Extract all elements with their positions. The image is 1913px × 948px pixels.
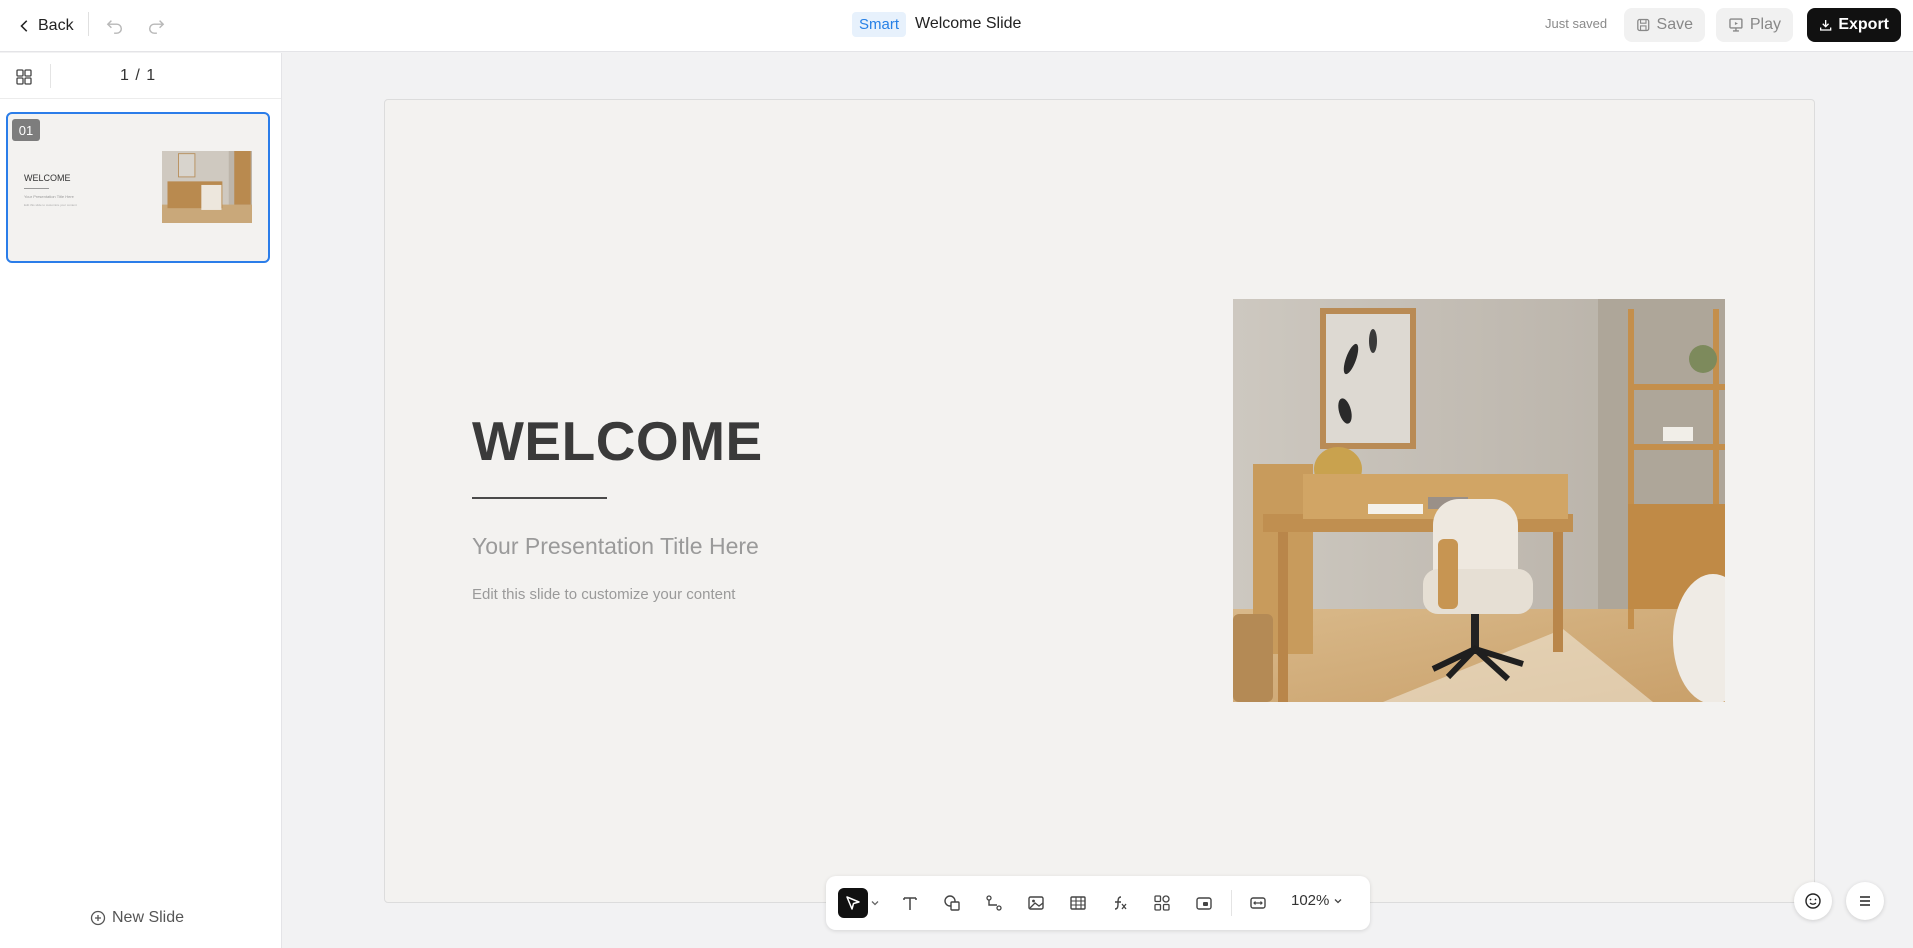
page-count: 1 / 1 xyxy=(120,67,157,84)
select-tool[interactable] xyxy=(838,888,868,918)
smart-badge[interactable]: Smart xyxy=(852,11,907,37)
slide-title[interactable]: WELCOME xyxy=(472,409,763,473)
slide-body-text[interactable]: Edit this slide to customize your conten… xyxy=(472,586,735,603)
text-icon xyxy=(903,897,917,910)
new-slide-label: New Slide xyxy=(112,909,185,926)
divider xyxy=(88,12,89,36)
zoom-value: 102% xyxy=(1291,892,1330,909)
back-button[interactable]: Back xyxy=(14,13,78,39)
image-icon xyxy=(1028,896,1044,910)
slide-subtitle[interactable]: Your Presentation Title Here xyxy=(472,533,759,560)
feedback-button[interactable] xyxy=(1794,882,1832,920)
plus-circle-icon xyxy=(90,910,106,926)
thumbnail-body: Edit this slide to customize your conten… xyxy=(24,203,77,207)
text-tool[interactable] xyxy=(896,889,924,917)
slide-sidebar: 1 / 1 01 WELCOME Your Presentation Title… xyxy=(0,53,282,948)
grid-icon xyxy=(16,69,32,85)
redo-icon xyxy=(148,20,165,34)
image-tool[interactable] xyxy=(1022,889,1050,917)
smiley-icon xyxy=(1805,893,1821,909)
title-divider-line[interactable] xyxy=(472,497,607,499)
presentation-icon xyxy=(1729,18,1743,32)
components-icon xyxy=(1154,895,1170,911)
function-icon xyxy=(1114,896,1127,910)
divider xyxy=(50,64,51,88)
grid-view-button[interactable] xyxy=(12,65,36,89)
redo-button[interactable] xyxy=(143,13,169,39)
document-title[interactable]: Welcome Slide xyxy=(915,15,1021,33)
formula-tool[interactable] xyxy=(1106,889,1134,917)
divider xyxy=(1231,890,1232,916)
back-label: Back xyxy=(38,17,74,34)
home-office-photo[interactable] xyxy=(1233,299,1725,702)
connector-icon xyxy=(985,895,1003,911)
shape-tool[interactable] xyxy=(938,889,966,917)
thumbnail-title: WELCOME xyxy=(24,173,71,183)
hamburger-menu-icon xyxy=(1860,896,1870,906)
connector-tool[interactable] xyxy=(980,889,1008,917)
chevron-down-icon[interactable] xyxy=(870,898,880,908)
chevron-left-icon xyxy=(20,20,28,32)
export-button[interactable]: Export xyxy=(1807,8,1901,42)
play-label: Play xyxy=(1749,16,1781,33)
thumbnail-divider xyxy=(24,188,49,189)
top-bar: Back Smart Welcome Slide Just saved Save… xyxy=(0,0,1913,52)
thumbnail-subtitle: Your Presentation Title Here xyxy=(24,194,74,199)
sidebar-header: 1 / 1 xyxy=(0,53,281,99)
table-tool[interactable] xyxy=(1064,889,1092,917)
undo-icon xyxy=(106,20,123,34)
table-icon xyxy=(1070,896,1086,910)
save-status: Just saved xyxy=(1545,16,1608,31)
fit-tool[interactable] xyxy=(1244,889,1272,917)
new-slide-button[interactable]: New Slide xyxy=(90,909,184,927)
export-label: Export xyxy=(1838,16,1889,33)
fit-width-icon xyxy=(1250,897,1266,909)
document-title-group: Smart Welcome Slide xyxy=(852,11,1021,37)
cursor-arrow-icon xyxy=(846,896,860,910)
media-icon xyxy=(1196,897,1212,910)
shapes-icon xyxy=(944,895,960,911)
slide-thumbnail[interactable]: 01 WELCOME Your Presentation Title Here … xyxy=(6,112,270,263)
component-tool[interactable] xyxy=(1148,889,1176,917)
play-button[interactable]: Play xyxy=(1716,8,1793,42)
download-icon xyxy=(1819,20,1832,31)
save-button[interactable]: Save xyxy=(1624,8,1705,42)
zoom-selector[interactable]: 102% xyxy=(1291,892,1343,909)
insert-toolbar: 102% xyxy=(826,876,1370,930)
slide-canvas[interactable]: WELCOME Your Presentation Title Here Edi… xyxy=(384,99,1815,903)
chevron-down-icon xyxy=(1334,898,1342,903)
undo-button[interactable] xyxy=(102,13,128,39)
menu-button[interactable] xyxy=(1846,882,1884,920)
media-tool[interactable] xyxy=(1190,889,1218,917)
slide-number-badge: 01 xyxy=(12,119,40,141)
save-icon xyxy=(1637,18,1650,32)
thumbnail-photo xyxy=(162,151,252,223)
save-label: Save xyxy=(1656,16,1693,33)
